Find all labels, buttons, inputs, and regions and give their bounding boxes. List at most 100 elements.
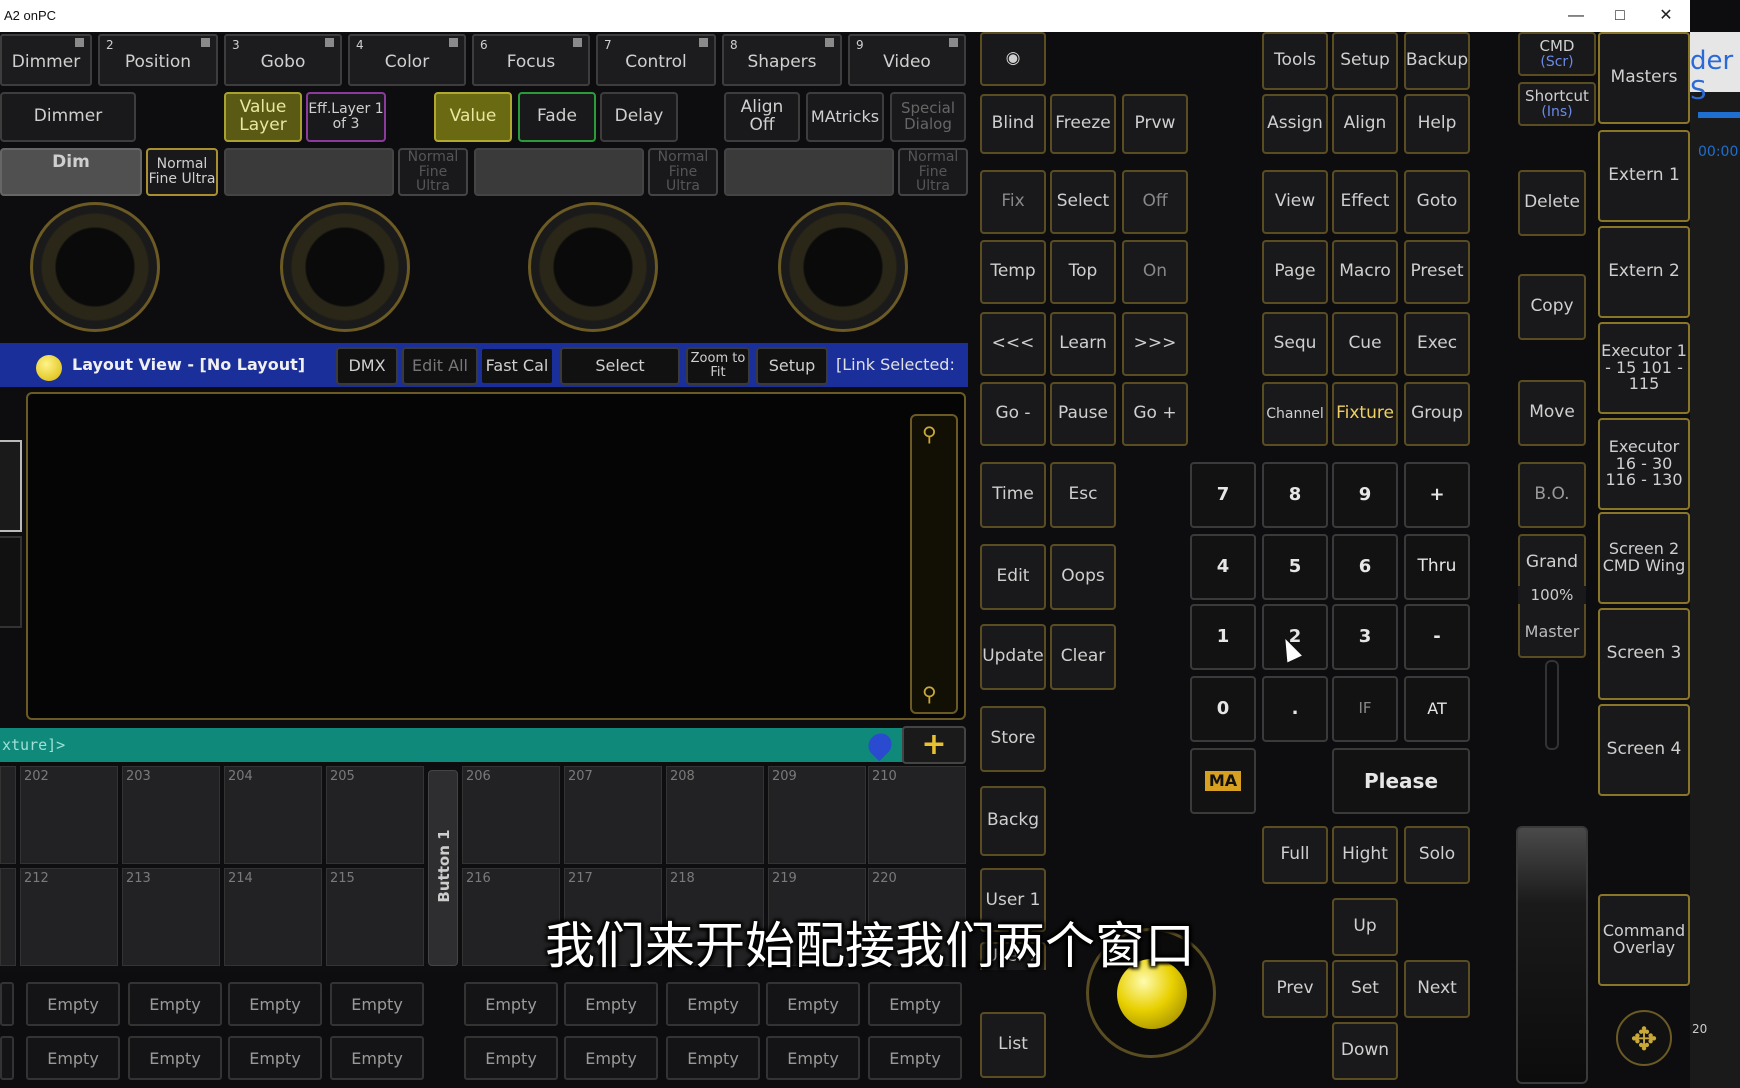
list-button[interactable]: List [980, 1012, 1046, 1078]
fade-button[interactable]: Fade [518, 92, 596, 142]
zoom-to-fit-button[interactable]: Zoom to Fit [686, 347, 750, 385]
executor-slot[interactable]: 207 [564, 766, 662, 864]
freeze-button[interactable]: Freeze [1050, 94, 1116, 154]
target-icon[interactable]: ◉ [980, 32, 1046, 86]
encoder-4-label[interactable] [724, 148, 894, 196]
pause-button[interactable]: Pause [1050, 382, 1116, 446]
key-plus[interactable]: + [1404, 462, 1470, 528]
solo-button[interactable]: Solo [1404, 826, 1470, 884]
close-icon[interactable]: ✕ [1646, 4, 1686, 28]
encoder-knob-4[interactable] [778, 202, 908, 332]
encoder-2-mode[interactable]: Normal Fine Ultra [398, 148, 468, 196]
goto-button[interactable]: Goto [1404, 170, 1470, 234]
empty-executor-button[interactable]: Empty [564, 982, 658, 1026]
key-4[interactable]: 4 [1190, 534, 1256, 600]
on-button[interactable]: On [1122, 240, 1188, 304]
extern2-view-button[interactable]: Extern 2 [1598, 226, 1690, 318]
key-minus[interactable]: - [1404, 604, 1470, 670]
view-icon[interactable] [36, 355, 62, 381]
effect-button[interactable]: Effect [1332, 170, 1398, 234]
zoom-slider[interactable]: ⚲ ⚲ [910, 414, 958, 714]
key-1[interactable]: 1 [1190, 604, 1256, 670]
empty-executor-button[interactable]: Empty [26, 982, 120, 1026]
encoder-1-mode[interactable]: Normal Fine Ultra [146, 148, 218, 196]
time-button[interactable]: Time [980, 462, 1046, 528]
setup-button[interactable]: Setup [1332, 32, 1398, 90]
key-7[interactable]: 7 [1190, 462, 1256, 528]
go-minus-button[interactable]: Go - [980, 382, 1046, 446]
assign-button[interactable]: Assign [1262, 94, 1328, 154]
blind-button[interactable]: Blind [980, 94, 1046, 154]
executor-slot[interactable]: 202 [20, 766, 118, 864]
layout-view-canvas[interactable]: ⚲ ⚲ [26, 392, 966, 720]
exec-button[interactable]: Exec [1404, 312, 1470, 376]
executor-slot[interactable]: 204 [224, 766, 322, 864]
highlight-button[interactable]: Hight [1332, 826, 1398, 884]
add-icon[interactable]: + [902, 726, 966, 764]
extern1-view-button[interactable]: Extern 1 [1598, 130, 1690, 222]
empty-executor-button[interactable]: Empty [766, 1036, 860, 1080]
empty-executor-button[interactable]: Empty [868, 1036, 962, 1080]
executor-1-15-view-button[interactable]: Executor 1 - 15 101 - 115 [1598, 322, 1690, 414]
empty-executor-button[interactable]: Empty [666, 982, 760, 1026]
tab-gobo[interactable]: 3 Gobo [224, 34, 342, 86]
encoder-knob-3[interactable] [528, 202, 658, 332]
please-button[interactable]: Please [1332, 748, 1470, 814]
fixture-button[interactable]: Fixture [1332, 382, 1398, 446]
help-button[interactable]: Help [1404, 94, 1470, 154]
zoom-in-icon[interactable]: ⚲ [922, 422, 937, 446]
screen4-view-button[interactable]: Screen 4 [1598, 704, 1690, 796]
if-button[interactable]: IF [1332, 676, 1398, 742]
key-9[interactable]: 9 [1332, 462, 1398, 528]
temp-button[interactable]: Temp [980, 240, 1046, 304]
screen2-view-button[interactable]: Screen 2 CMD Wing [1598, 512, 1690, 604]
executor-slot[interactable]: 205 [326, 766, 424, 864]
empty-executor-button[interactable]: Empty [128, 982, 222, 1026]
tab-video[interactable]: 9 Video [848, 34, 966, 86]
preset-button[interactable]: Preset [1404, 240, 1470, 304]
executor-slot[interactable]: 203 [122, 766, 220, 864]
encoder-2-label[interactable] [224, 148, 394, 196]
move-handle-icon[interactable]: ✥ [1616, 1010, 1672, 1066]
effect-layer-button[interactable]: Eff.Layer 1 of 3 [306, 92, 386, 142]
copy-button[interactable]: Copy [1518, 274, 1586, 340]
tools-button[interactable]: Tools [1262, 32, 1328, 90]
at-button[interactable]: AT [1404, 676, 1470, 742]
value-button[interactable]: Value [434, 92, 512, 142]
clear-button[interactable]: Clear [1050, 624, 1116, 690]
backup-button[interactable]: Backup [1404, 32, 1470, 90]
empty-executor-button[interactable]: Empty [868, 982, 962, 1026]
preview-button[interactable]: Prvw [1122, 94, 1188, 154]
empty-executor-button[interactable]: Empty [26, 1036, 120, 1080]
oops-button[interactable]: Oops [1050, 544, 1116, 610]
key-6[interactable]: 6 [1332, 534, 1398, 600]
full-button[interactable]: Full [1262, 826, 1328, 884]
align-button[interactable]: Align [1332, 94, 1398, 154]
move-button[interactable]: Move [1518, 380, 1586, 446]
key-2[interactable]: 2 [1262, 604, 1328, 670]
off-button[interactable]: Off [1122, 170, 1188, 234]
empty-executor-button[interactable]: Empty [464, 1036, 558, 1080]
side-panel-handle-2[interactable] [0, 536, 22, 628]
select-button[interactable]: Select [1050, 170, 1116, 234]
sequ-button[interactable]: Sequ [1262, 312, 1328, 376]
grand-master-track[interactable] [1545, 660, 1559, 750]
screen3-view-button[interactable]: Screen 3 [1598, 608, 1690, 700]
encoder-4-mode[interactable]: Normal Fine Ultra [898, 148, 968, 196]
empty-executor-button[interactable]: Empty [564, 1036, 658, 1080]
executor-slot[interactable]: 210 [868, 766, 966, 864]
executor-slot[interactable]: 209 [768, 766, 866, 864]
key-8[interactable]: 8 [1262, 462, 1328, 528]
command-line[interactable]: xture]> [0, 728, 904, 762]
key-0[interactable]: 0 [1190, 676, 1256, 742]
side-panel-handle[interactable] [0, 440, 22, 532]
empty-executor-button[interactable]: Empty [228, 982, 322, 1026]
minimize-icon[interactable]: — [1556, 4, 1596, 28]
matricks-button[interactable]: MAtricks [806, 92, 884, 142]
delete-button[interactable]: Delete [1518, 170, 1586, 236]
empty-executor-button[interactable]: Empty [330, 1036, 424, 1080]
link-selected-label[interactable]: [Link Selected: [836, 355, 955, 374]
key-3[interactable]: 3 [1332, 604, 1398, 670]
zoom-out-icon[interactable]: ⚲ [922, 682, 937, 706]
ma-logo-button[interactable]: MA [1190, 748, 1256, 814]
